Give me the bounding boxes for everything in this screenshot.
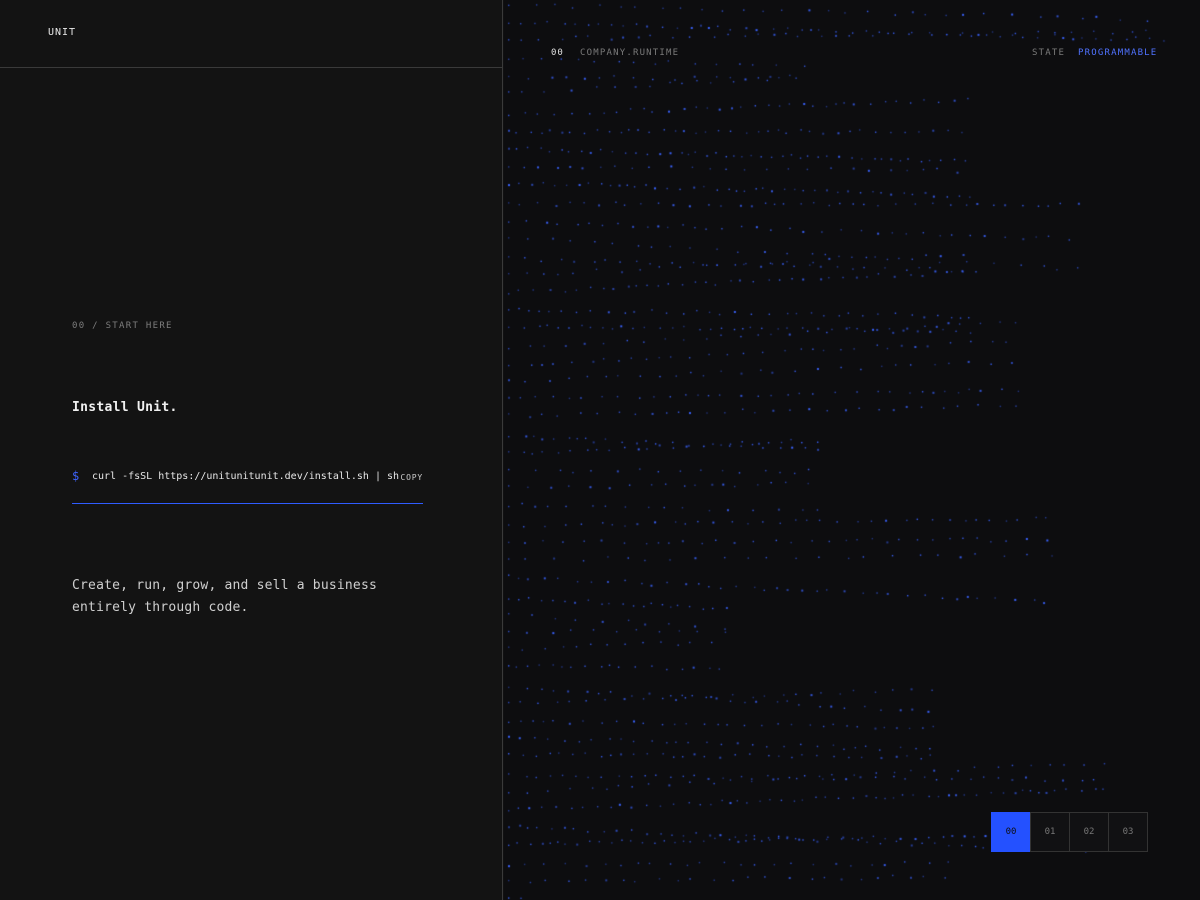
slide-pager: 00 01 02 03 — [991, 812, 1148, 852]
brand-logo[interactable]: UNIT — [48, 27, 76, 38]
visual-index: 00 — [551, 48, 564, 58]
pager-item-02[interactable]: 02 — [1069, 812, 1109, 852]
left-panel: UNIT 00 / START HERE Install Unit. $ cur… — [0, 0, 503, 900]
install-headline: Install Unit. — [72, 400, 178, 415]
copy-button[interactable]: COPY — [401, 473, 423, 482]
state-label: STATE — [1032, 48, 1066, 58]
pager-item-03[interactable]: 03 — [1108, 812, 1148, 852]
install-command-text[interactable]: curl -fsSL https://unitunitunit.dev/inst… — [92, 471, 399, 482]
tagline: Create, run, grow, and sell a business e… — [72, 578, 378, 615]
visual-label: COMPANY.RUNTIME — [580, 48, 680, 58]
section-eyebrow: 00 / START HERE — [72, 321, 173, 331]
state-value: PROGRAMMABLE — [1078, 48, 1158, 58]
pager-item-01[interactable]: 01 — [1030, 812, 1070, 852]
left-header: UNIT — [0, 0, 502, 68]
visual-topbar: 00 COMPANY.RUNTIME STATE PROGRAMMABLE — [504, 0, 1200, 60]
prompt-symbol: $ — [72, 469, 80, 483]
runtime-visual-panel: 00 COMPANY.RUNTIME STATE PROGRAMMABLE 00… — [504, 0, 1200, 900]
install-command-box: $ curl -fsSL https://unitunitunit.dev/in… — [72, 462, 423, 504]
dot-field-visual — [504, 0, 1200, 900]
pager-item-00[interactable]: 00 — [991, 812, 1031, 852]
